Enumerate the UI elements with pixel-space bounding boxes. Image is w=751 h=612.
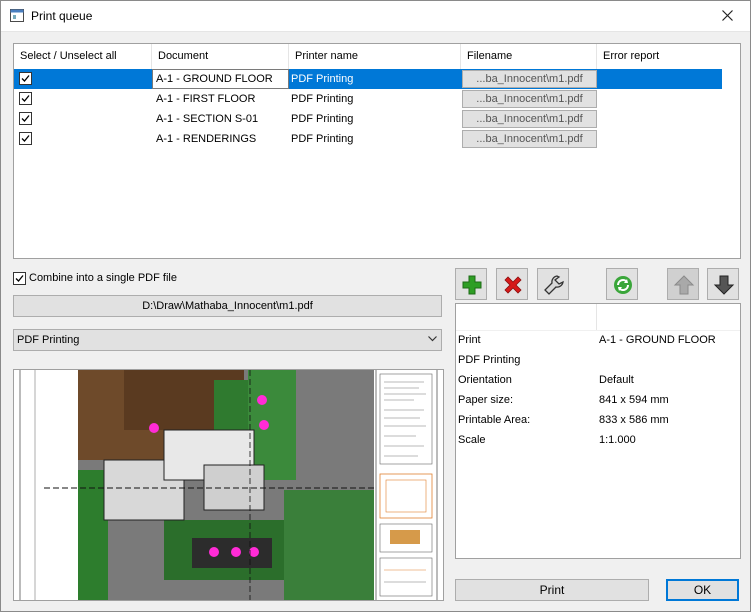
move-up-button[interactable] xyxy=(667,268,699,300)
filename-button[interactable]: ...ba_Innocent\m1.pdf xyxy=(462,90,597,108)
header-printer-name[interactable]: Printer name xyxy=(289,44,461,69)
property-key: Printable Area: xyxy=(458,414,531,426)
property-value: 841 x 594 mm xyxy=(599,394,669,406)
property-key: Scale xyxy=(458,434,486,446)
close-button[interactable] xyxy=(706,1,750,31)
add-button[interactable] xyxy=(455,268,487,300)
property-key: PDF Printing xyxy=(458,354,521,366)
row-checkbox[interactable] xyxy=(19,132,32,145)
combine-label[interactable]: Combine into a single PDF file xyxy=(29,272,177,284)
document-cell: A-1 - RENDERINGS xyxy=(156,133,257,145)
printer-cell: PDF Printing xyxy=(291,133,354,145)
document-cell: A-1 - SECTION S-01 xyxy=(156,113,259,125)
property-value: A-1 - GROUND FLOOR xyxy=(599,334,716,346)
app-icon xyxy=(10,9,24,22)
header-select-all[interactable]: Select / Unselect all xyxy=(14,44,152,69)
print-queue-dialog: Print queue Select / Unselect all Docume… xyxy=(0,0,751,612)
checkmark-icon xyxy=(21,135,30,142)
drawing-preview-image xyxy=(14,370,443,600)
table-row[interactable]: A-1 - FIRST FLOOR PDF Printing ...ba_Inn… xyxy=(14,89,740,109)
arrow-up-icon xyxy=(673,275,695,295)
property-row: PDF Printing xyxy=(456,350,740,370)
filename-button[interactable]: ...ba_Innocent\m1.pdf xyxy=(462,70,597,88)
printer-dropdown[interactable]: PDF Printing xyxy=(13,329,442,351)
property-row: Paper size: 841 x 594 mm xyxy=(456,390,740,410)
property-row: Orientation Default xyxy=(456,370,740,390)
table-row[interactable]: A-1 - GROUND FLOOR PDF Printing ...ba_In… xyxy=(14,69,740,89)
header-document[interactable]: Document xyxy=(152,44,289,69)
wrench-icon xyxy=(544,275,564,295)
filename-button[interactable]: ...ba_Innocent\m1.pdf xyxy=(462,110,597,128)
delete-icon xyxy=(504,276,522,294)
property-key: Paper size: xyxy=(458,394,514,406)
table-row[interactable]: A-1 - SECTION S-01 PDF Printing ...ba_In… xyxy=(14,109,740,129)
property-value: Default xyxy=(599,374,634,386)
header-filename[interactable]: Filename xyxy=(461,44,597,69)
selection-highlight xyxy=(14,69,722,89)
checkmark-icon xyxy=(21,115,30,122)
checkmark-icon xyxy=(21,75,30,82)
row-checkbox[interactable] xyxy=(19,92,32,105)
table-header: Select / Unselect all Document Printer n… xyxy=(14,44,740,69)
settings-button[interactable] xyxy=(537,268,569,300)
queue-table[interactable]: Select / Unselect all Document Printer n… xyxy=(13,43,741,259)
property-value: 1:1.000 xyxy=(599,434,636,446)
chevron-down-icon xyxy=(428,336,437,342)
print-button[interactable]: Print xyxy=(455,579,649,601)
printer-cell: PDF Printing xyxy=(291,93,354,105)
close-icon xyxy=(722,10,733,21)
property-value: 833 x 586 mm xyxy=(599,414,669,426)
title-bar: Print queue xyxy=(1,1,750,32)
window-title: Print queue xyxy=(31,9,93,23)
row-checkbox[interactable] xyxy=(19,112,32,125)
checkmark-icon xyxy=(15,275,24,282)
properties-panel: Print A-1 - GROUND FLOOR PDF Printing Or… xyxy=(455,303,741,559)
move-down-button[interactable] xyxy=(707,268,739,300)
ok-button[interactable]: OK xyxy=(666,579,739,601)
property-row: Printable Area: 833 x 586 mm xyxy=(456,410,740,430)
document-cell[interactable]: A-1 - GROUND FLOOR xyxy=(152,69,289,89)
printer-cell: PDF Printing xyxy=(291,113,354,125)
print-preview xyxy=(13,369,444,601)
property-key: Print xyxy=(458,334,481,346)
column-divider xyxy=(596,304,597,330)
property-row: Scale 1:1.000 xyxy=(456,430,740,450)
combine-checkbox[interactable] xyxy=(13,272,26,285)
delete-button[interactable] xyxy=(496,268,528,300)
checkmark-icon xyxy=(21,95,30,102)
table-row[interactable]: A-1 - RENDERINGS PDF Printing ...ba_Inno… xyxy=(14,129,740,149)
property-key: Orientation xyxy=(458,374,512,386)
refresh-button[interactable] xyxy=(606,268,638,300)
document-cell: A-1 - FIRST FLOOR xyxy=(156,93,256,105)
arrow-down-icon xyxy=(713,275,735,295)
header-error-report[interactable]: Error report xyxy=(597,44,740,69)
refresh-icon xyxy=(614,276,632,294)
printer-dropdown-value: PDF Printing xyxy=(17,334,80,346)
printer-cell: PDF Printing xyxy=(291,73,354,85)
row-checkbox[interactable] xyxy=(19,72,32,85)
filename-button[interactable]: ...ba_Innocent\m1.pdf xyxy=(462,130,597,148)
add-icon xyxy=(462,275,482,295)
output-path-button[interactable]: D:\Draw\Mathaba_Innocent\m1.pdf xyxy=(13,295,442,317)
property-row: Print A-1 - GROUND FLOOR xyxy=(456,330,740,350)
